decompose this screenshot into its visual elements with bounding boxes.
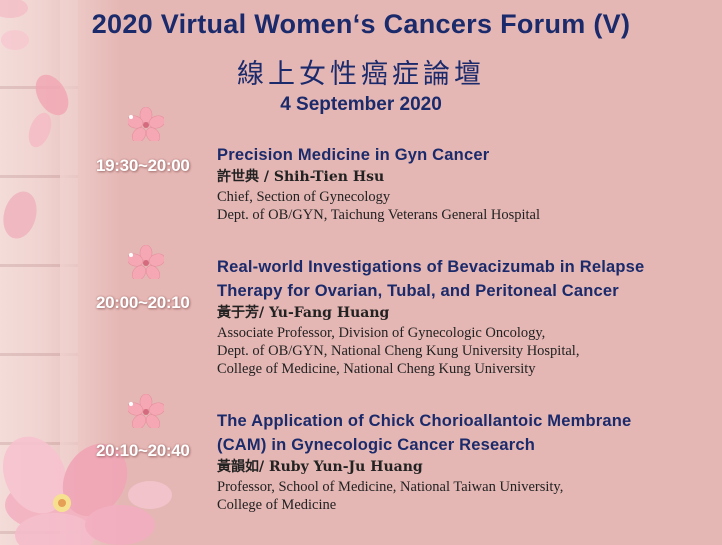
speaker-affiliation: Dept. of OB/GYN, National Cheng Kung Uni…: [217, 343, 580, 359]
forum-date: 4 September 2020: [280, 94, 442, 115]
forum-title: 2020 Virtual Women‘s Cancers Forum (V): [91, 9, 631, 39]
session-speaker: 黃韻如/ Ruby Yun-Ju Huang: [217, 459, 423, 475]
speaker-affiliation: Professor, School of Medicine, National …: [217, 479, 564, 495]
session-title: Therapy for Ovarian, Tubal, and Peritone…: [217, 282, 619, 300]
session-2: Real-world Investigations of Bevacizumab…: [217, 255, 707, 378]
speaker-affiliation: College of Medicine, National Cheng Kung…: [217, 361, 536, 377]
session-time: 20:10~20:40: [96, 441, 190, 460]
cherry-blossom-icon: [128, 107, 164, 141]
session-time: 19:30~20:00: [96, 156, 190, 175]
speaker-affiliation: Chief, Section of Gynecology: [217, 189, 391, 205]
session-title: (CAM) in Gynecologic Cancer Research: [217, 436, 536, 454]
speaker-affiliation: Associate Professor, Division of Gynecol…: [217, 325, 546, 341]
session-1: Precision Medicine in Gyn Cancer 許世典 / S…: [217, 143, 707, 224]
speaker-affiliation: Dept. of OB/GYN, Taichung Veterans Gener…: [217, 207, 541, 223]
forum-title-chinese: 線上女性癌症論壇: [237, 59, 485, 90]
cherry-blossom-icon: [128, 245, 164, 279]
session-title: The Application of Chick Chorioallantoic…: [217, 412, 632, 430]
session-3: The Application of Chick Chorioallantoic…: [217, 409, 707, 514]
session-speaker: 黃于芳/ Yu-Fang Huang: [217, 305, 390, 321]
session-title: Real-world Investigations of Bevacizumab…: [217, 258, 645, 276]
cherry-blossom-icon: [128, 394, 164, 428]
session-speaker: 許世典 / Shih-Tien Hsu: [217, 169, 385, 185]
session-title: Precision Medicine in Gyn Cancer: [217, 146, 490, 164]
speaker-affiliation: College of Medicine: [217, 497, 337, 513]
session-time: 20:00~20:10: [96, 293, 190, 312]
